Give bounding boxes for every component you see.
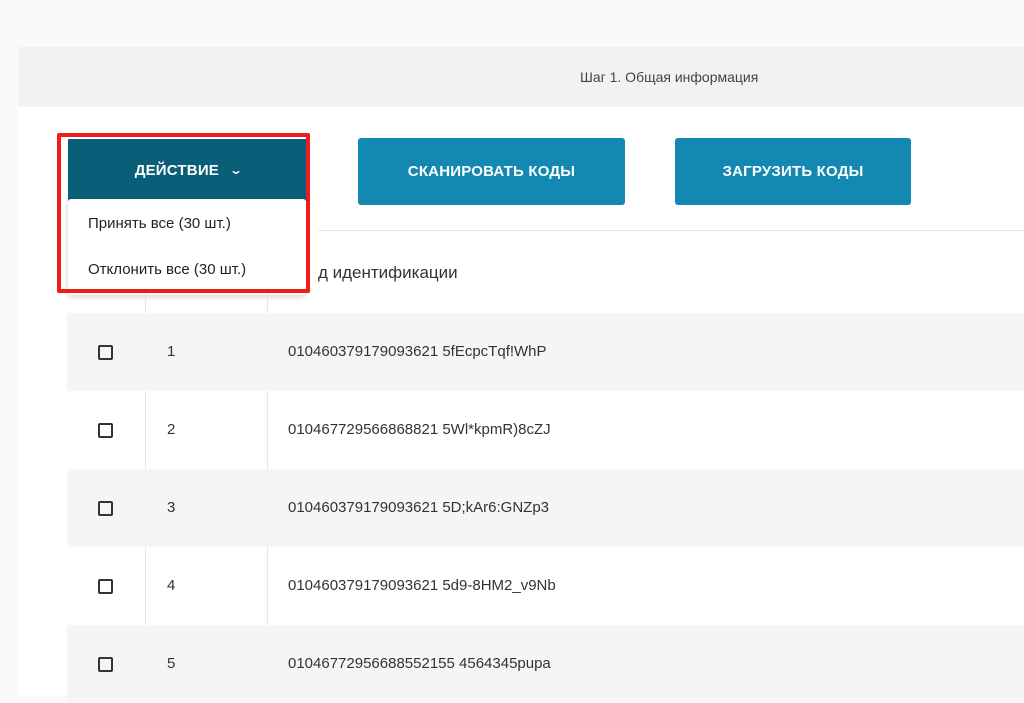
row-checkbox[interactable]: [98, 579, 113, 594]
load-codes-label: ЗАГРУЗИТЬ КОДЫ: [722, 163, 864, 180]
action-button[interactable]: ДЕЙСТВИЕ ⌄: [68, 139, 308, 201]
table-row: 2 010467729566868821 5Wl*kpmR)8cZJ: [67, 391, 1024, 469]
scan-codes-button[interactable]: СКАНИРОВАТЬ КОДЫ: [358, 138, 625, 205]
toolbar-divider: [318, 230, 1024, 231]
action-button-label: ДЕЙСТВИЕ: [134, 161, 220, 179]
table-row: 3 010460379179093621 5D;kAr6:GNZp3: [67, 469, 1024, 547]
row-number: 1: [167, 343, 176, 360]
row-code: 01046772956688552155 4564345pupa: [288, 655, 551, 672]
menu-item-reject-all[interactable]: Отклонить все (30 шт.): [88, 261, 246, 278]
column-header-code: д идентификации: [318, 263, 458, 282]
step-title: Шаг 1. Общая информация: [580, 69, 759, 85]
row-number: 2: [167, 421, 176, 438]
row-code: 010467729566868821 5Wl*kpmR)8cZJ: [288, 421, 551, 438]
action-dropdown-menu: Принять все (30 шт.) Отклонить все (30 ш…: [68, 199, 306, 295]
row-checkbox[interactable]: [98, 345, 113, 360]
table-row: 1 010460379179093621 5fEcpcTqf!WhP: [67, 313, 1024, 391]
load-codes-button[interactable]: ЗАГРУЗИТЬ КОДЫ: [675, 138, 911, 205]
row-number: 5: [167, 655, 176, 672]
row-code: 010460379179093621 5D;kAr6:GNZp3: [288, 499, 550, 516]
row-checkbox[interactable]: [98, 501, 113, 516]
table-row: 5 01046772956688552155 4564345pupa: [67, 625, 1024, 703]
codes-table: 1 010460379179093621 5fEcpcTqf!WhP 2 010…: [67, 313, 1024, 703]
row-checkbox[interactable]: [98, 423, 113, 438]
table-row: 4 010460379179093621 5d9-8HM2_v9Nb: [67, 547, 1024, 625]
row-number: 3: [167, 499, 176, 516]
row-checkbox[interactable]: [98, 657, 113, 672]
step-header: Шаг 1. Общая информация: [18, 47, 1024, 107]
row-code: 010460379179093621 5d9-8HM2_v9Nb: [288, 577, 556, 594]
menu-item-accept-all[interactable]: Принять все (30 шт.): [88, 215, 231, 232]
row-number: 4: [167, 577, 176, 594]
chevron-down-icon: ⌄: [228, 163, 244, 177]
scan-codes-label: СКАНИРОВАТЬ КОДЫ: [407, 163, 576, 180]
row-code: 010460379179093621 5fEcpcTqf!WhP: [288, 343, 547, 360]
